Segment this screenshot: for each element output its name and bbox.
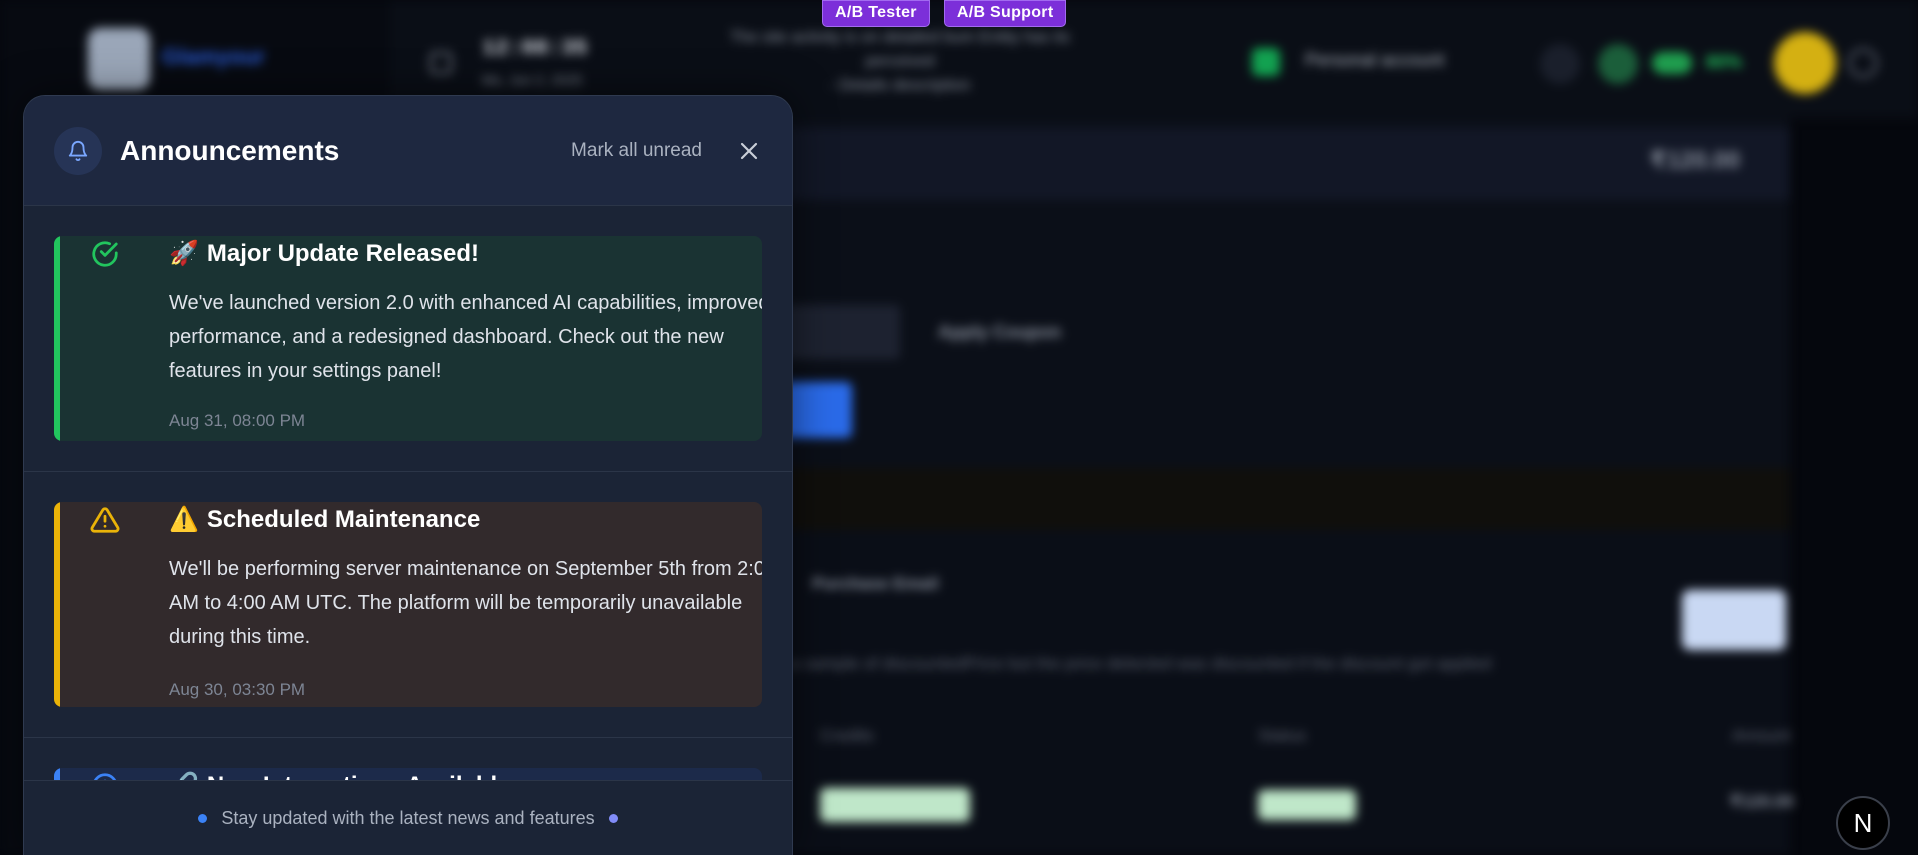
top-note-line: The site activity is on detailed bum Ent…: [730, 29, 1070, 46]
announcement-body: We'll be performing server maintenance o…: [169, 558, 762, 648]
announcement-title: 🚀 Major Update Released!: [169, 239, 479, 268]
announcement-item[interactable]: 🚀 Major Update Released! We've launched v…: [54, 236, 762, 441]
footer-dot-icon: [198, 814, 208, 823]
panel-header: Announcements Mark all unread: [24, 96, 792, 206]
brand-name: Glamyour: [162, 44, 265, 69]
ab-badges: A/B Tester A/B Support: [822, 0, 1067, 27]
info-icon: [93, 773, 117, 780]
status-badge: [1258, 790, 1356, 820]
account-icon: [1252, 48, 1280, 76]
success-accent-bar: [54, 236, 60, 441]
announcement-time: Aug 31, 08:00 PM: [169, 411, 306, 430]
clock-date: Mo, Jun 2, 2025: [482, 72, 583, 88]
table-header: Amount: [1732, 726, 1791, 745]
panel-footer: Stay updated with the latest news and fe…: [24, 780, 792, 855]
avatar[interactable]: [1774, 32, 1836, 94]
clock-time: 12:08:35: [482, 36, 588, 61]
check-circle-icon: [92, 241, 118, 267]
announcements-panel: Announcements Mark all unread 🚀 Major Upd…: [23, 95, 793, 855]
table-header: Credits: [820, 726, 874, 745]
panel-title: Announcements: [120, 134, 340, 166]
announcement-time: Aug 30, 03:30 PM: [169, 680, 306, 699]
announcement-title: ⚠️ Scheduled Maintenance: [169, 505, 480, 534]
top-note: The site activity is on detailed bum Ent…: [690, 26, 1110, 98]
notification-icon[interactable]: [1598, 44, 1638, 84]
menu-icon[interactable]: [430, 52, 452, 74]
warning-accent-bar: [54, 502, 60, 707]
swap-icon[interactable]: [1540, 44, 1580, 84]
announcement-title-text: Scheduled Maintenance: [206, 506, 481, 533]
ab-support-badge[interactable]: A/B Support: [943, 0, 1067, 27]
warning-triangle-icon: [90, 507, 120, 533]
link-icon: 🔗: [169, 771, 199, 780]
top-note-line: perceived: [865, 53, 935, 70]
action-button[interactable]: [1682, 590, 1786, 650]
table-header: Status: [1258, 726, 1307, 745]
bell-icon: [54, 126, 102, 175]
announcement-section: 🚀 Major Update Released! We've launched v…: [24, 206, 792, 472]
explanation-text: a sample of discountedPrice but the pric…: [790, 654, 1492, 673]
logo-icon: [88, 28, 150, 90]
ab-tester-badge[interactable]: A/B Tester: [822, 0, 930, 27]
credits-chip: [820, 788, 970, 822]
announcement-item[interactable]: 🔗 New Integrations Available: [54, 768, 762, 780]
rocket-icon: 🚀: [169, 240, 199, 267]
announcement-body: We've launched version 2.0 with enhanced…: [169, 292, 762, 382]
mark-all-unread-button[interactable]: Mark all unread: [571, 140, 702, 162]
summary-row: [720, 128, 1790, 200]
credits-pill: [1652, 52, 1692, 74]
info-accent-bar: [54, 768, 60, 780]
footer-dot-icon: [608, 814, 618, 823]
announcement-section: ⚠️ Scheduled Maintenance We'll be perform…: [24, 472, 792, 738]
apply-coupon-button[interactable]: Apply Coupon: [938, 322, 1061, 343]
announcement-title: 🔗 New Integrations Available: [169, 771, 511, 780]
announcement-title-text: New Integrations Available: [207, 772, 511, 780]
row-amount: ₹120.00: [1730, 792, 1794, 811]
close-icon[interactable]: [736, 138, 762, 164]
announcement-title-text: Major Update Released!: [206, 240, 479, 267]
announcement-item[interactable]: ⚠️ Scheduled Maintenance We'll be perform…: [54, 502, 762, 707]
footer-text: Stay updated with the latest news and fe…: [221, 808, 595, 828]
warning-emoji-icon: ⚠️: [169, 506, 199, 533]
summary-amount: ₹120.00: [1650, 147, 1741, 174]
account-selector[interactable]: Personal account: [1305, 50, 1444, 71]
nextjs-dev-button[interactable]: N: [1836, 796, 1890, 850]
purchase-label: Purchase Email: [812, 574, 939, 593]
announcement-section: 🔗 New Integrations Available: [24, 738, 792, 780]
credits-percent: 80%: [1706, 52, 1743, 72]
announcement-list[interactable]: 🚀 Major Update Released! We've launched v…: [24, 206, 792, 780]
heart-icon[interactable]: [1848, 48, 1878, 78]
